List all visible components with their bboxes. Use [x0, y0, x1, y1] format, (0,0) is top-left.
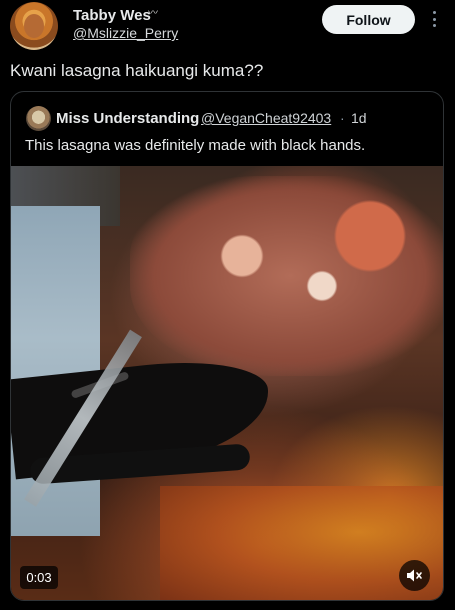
- video-player[interactable]: 0:03: [11, 166, 443, 600]
- video-frame-lasagna: [130, 176, 443, 376]
- follow-button[interactable]: Follow: [322, 5, 415, 34]
- author-display-name[interactable]: Tabby Wes: [73, 7, 151, 24]
- video-duration-badge: 0:03: [20, 566, 58, 589]
- more-vertical-icon[interactable]: [429, 8, 439, 30]
- quoted-tweet-time[interactable]: 1d: [351, 110, 367, 126]
- tweet-header: Tabby Wes 〰 @Mslizzie_Perry Follow: [0, 0, 455, 52]
- name-decoration: 〰: [148, 8, 158, 19]
- quoted-tweet-text: This lasagna was definitely made with bl…: [25, 137, 366, 154]
- speaker-muted-icon[interactable]: [399, 560, 430, 591]
- quoted-author-display-name[interactable]: Miss Understanding: [56, 110, 199, 127]
- author-handle[interactable]: @Mslizzie_Perry: [73, 25, 178, 41]
- quoted-author-handle[interactable]: @VeganCheat92403: [201, 110, 331, 126]
- quoted-author-avatar[interactable]: [26, 106, 51, 131]
- author-avatar[interactable]: [10, 2, 58, 50]
- tweet-text: Kwani lasagna haikuangi kuma??: [10, 61, 264, 80]
- quoted-tweet-card[interactable]: Miss Understanding @VeganCheat92403 · 1d…: [10, 91, 444, 601]
- separator-dot: ·: [340, 110, 345, 126]
